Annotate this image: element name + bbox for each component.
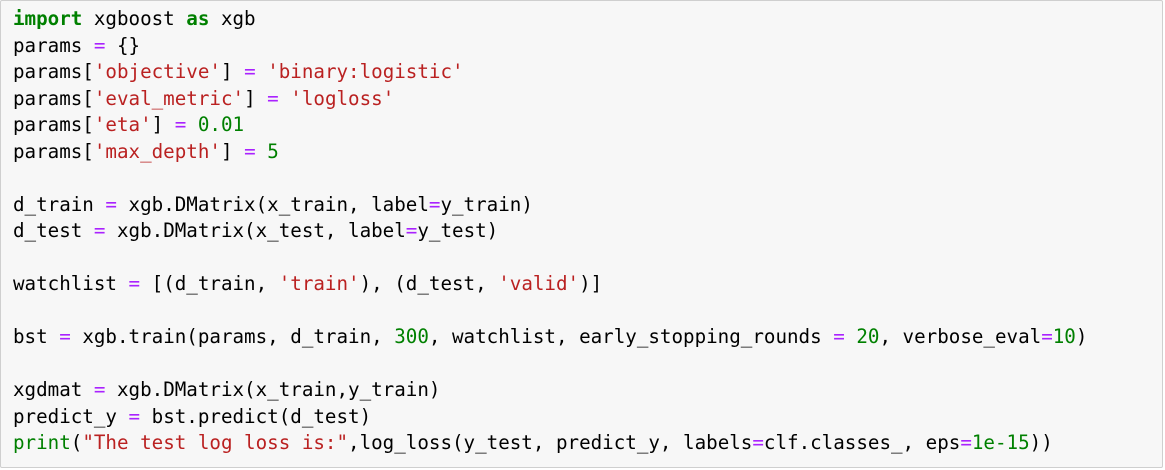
- code-token: =: [128, 404, 141, 428]
- code-line: d_train = xgb.DMatrix(x_train, label=y_t…: [13, 192, 1087, 219]
- code-token: xgdmat: [13, 378, 94, 401]
- code-token: 20: [856, 325, 880, 348]
- code-token: =: [428, 192, 441, 216]
- code-line: params['objective'] = 'binary:logistic': [13, 59, 1087, 86]
- code-token: )): [1029, 431, 1053, 454]
- code-token: =: [128, 272, 141, 295]
- code-token: =: [105, 192, 117, 216]
- code-token: d_test: [13, 219, 94, 242]
- code-token: =: [960, 431, 972, 454]
- code-line: print("The test log loss is:",log_loss(y…: [13, 430, 1087, 457]
- code-token: params: [13, 33, 94, 57]
- code-token: =: [752, 431, 764, 454]
- code-token: =: [93, 378, 106, 401]
- code-token: xgboost: [82, 7, 187, 30]
- code-token: =: [244, 139, 256, 163]
- code-line: watchlist = [(d_train, 'train'), (d_test…: [13, 271, 1087, 298]
- code-token: [(d_train,: [140, 272, 279, 295]
- code-token: 1e-15: [971, 431, 1030, 454]
- code-token: xgb: [209, 7, 256, 30]
- code-token: ), (d_test,: [359, 272, 499, 295]
- code-token: =: [1041, 325, 1053, 348]
- code-token: ): [1075, 325, 1088, 348]
- code-token: ]: [220, 139, 245, 163]
- code-token: 10: [1052, 325, 1076, 348]
- code-token: =: [405, 219, 418, 242]
- code-token: )]: [579, 272, 603, 295]
- code-token: 'eval_metric': [93, 86, 245, 110]
- code-token: 'binary:logistic': [267, 60, 464, 83]
- code-token: clf.classes_, eps: [763, 431, 961, 454]
- code-cell[interactable]: import xgboost as xgb params = {} params['…: [0, 0, 1163, 468]
- code-line: xgdmat = xgb.DMatrix(x_train,y_train): [13, 377, 1087, 404]
- code-token: 'logloss': [290, 86, 395, 110]
- code-line: d_test = xgb.DMatrix(x_test, label=y_tes…: [13, 218, 1087, 245]
- code-token: as: [186, 7, 210, 30]
- code-token: 'valid': [498, 272, 580, 295]
- code-token: "The test log loss is:": [82, 431, 349, 454]
- code-token: , verbose_eval: [879, 325, 1042, 348]
- code-token: ]: [151, 113, 175, 136]
- code-token: xgb.DMatrix(x_train,y_train): [105, 378, 441, 401]
- code-token: xgb.DMatrix(x_train, label: [116, 192, 429, 216]
- code-token: 300: [394, 325, 429, 348]
- code-token: =: [93, 33, 106, 57]
- code-token: params[: [13, 86, 94, 110]
- code-line: params['eval_metric'] = 'logloss': [13, 86, 1087, 113]
- code-token: ,log_loss(y_test, predict_y, labels: [348, 431, 753, 454]
- code-line: bst = xgb.train(params, d_train, 300, wa…: [13, 324, 1087, 351]
- code-token: =: [833, 325, 845, 348]
- code-token: , watchlist, early_stopping_rounds: [428, 325, 834, 348]
- code-token: 'objective': [93, 60, 221, 83]
- code-editor[interactable]: import xgboost as xgb params = {} params['…: [13, 6, 1087, 457]
- code-token: d_train: [13, 192, 106, 216]
- code-line: params = {}: [13, 33, 1087, 60]
- code-token: 'max_depth': [93, 139, 221, 163]
- code-token: 'train': [278, 272, 360, 295]
- code-token: params[: [13, 60, 94, 83]
- code-token: import: [13, 7, 83, 30]
- code-token: ]: [220, 60, 245, 83]
- code-token: =: [267, 86, 279, 110]
- code-line: params['eta'] = 0.01: [13, 112, 1087, 139]
- code-token: bst.predict(d_test): [140, 404, 372, 428]
- code-token: ]: [244, 86, 268, 110]
- code-token: =: [93, 219, 106, 242]
- code-token: {}: [105, 33, 141, 57]
- code-token: predict_y: [13, 404, 129, 428]
- code-token: (: [70, 431, 83, 454]
- code-token: watchlist: [13, 272, 129, 295]
- code-line: params['max_depth'] = 5: [13, 139, 1087, 166]
- code-token: params[: [13, 113, 94, 136]
- code-token: =: [174, 113, 187, 136]
- code-token: bst: [13, 325, 60, 348]
- code-token: 5: [267, 139, 279, 163]
- code-token: =: [244, 60, 256, 83]
- code-token: print: [13, 431, 71, 454]
- code-line: import xgboost as xgb: [13, 6, 1087, 33]
- code-token: xgb.train(params, d_train,: [70, 325, 395, 348]
- code-token: xgb.DMatrix(x_test, label: [105, 219, 406, 242]
- code-token: =: [59, 325, 71, 348]
- code-token: y_train): [440, 192, 533, 216]
- code-token: 0.01: [197, 113, 245, 136]
- code-token: params[: [13, 139, 94, 163]
- code-token: 'eta': [93, 113, 152, 136]
- code-token: y_test): [417, 219, 499, 242]
- code-line: predict_y = bst.predict(d_test): [13, 404, 1087, 431]
